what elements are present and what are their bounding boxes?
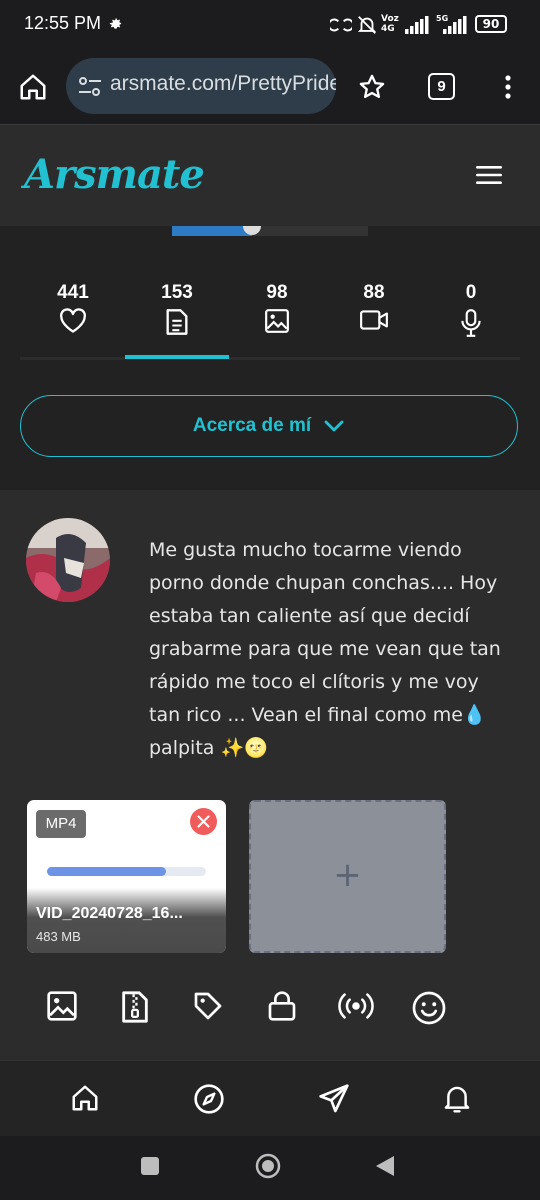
system-back-button[interactable] [374, 1154, 396, 1178]
document-icon [166, 309, 188, 335]
profile-banner-fragment [172, 226, 368, 236]
add-media-button[interactable]: + [249, 800, 446, 953]
bookmark-star-icon[interactable] [358, 73, 386, 101]
site-logo[interactable]: Arsmate [24, 151, 205, 198]
stat-likes[interactable]: 441 [33, 282, 113, 334]
upload-progress-fill [47, 867, 167, 876]
post-text[interactable]: Me gusta mucho tocarme viendo porno dond… [149, 534, 514, 765]
file-size: 483 MB [36, 929, 81, 944]
more-menu-icon[interactable] [496, 74, 520, 100]
heart-icon [60, 308, 86, 333]
url-text[interactable]: arsmate.com/PrettyPride [110, 72, 336, 96]
stats-tab-divider [20, 357, 520, 360]
stat-photos-count: 98 [266, 282, 288, 303]
about-me-button[interactable]: Acerca de mí [20, 395, 518, 457]
send-icon [319, 1084, 349, 1113]
attachment-card[interactable]: MP4 VID_20240728_16... 483 MB [27, 800, 226, 953]
back-triangle-icon [376, 1156, 394, 1176]
volte-label: Voz 4G [381, 14, 399, 34]
lock-post-button[interactable] [267, 990, 297, 1022]
signal-icon [405, 16, 429, 34]
nav-notifications-button[interactable] [442, 1083, 472, 1115]
square-icon [141, 1157, 159, 1175]
broadcast-icon [338, 993, 374, 1019]
link-icon [330, 15, 352, 35]
file-name: VID_20240728_16... [36, 905, 183, 922]
file-type-badge: MP4 [36, 810, 86, 838]
remove-attachment-button[interactable] [190, 808, 217, 835]
home-icon [72, 1085, 98, 1111]
system-navigation-bar [0, 1136, 540, 1200]
status-bar: 12:55 PM Voz 4G 5G 90 [0, 0, 540, 52]
tag-icon [194, 992, 222, 1020]
stat-videos[interactable]: 88 [334, 282, 414, 332]
site-header: Arsmate [0, 124, 540, 227]
nav-home-button[interactable] [70, 1083, 100, 1113]
tab-switcher-button[interactable]: 9 [428, 73, 455, 100]
volte-text: Voz [381, 14, 399, 24]
stat-audio[interactable]: 0 [431, 282, 511, 338]
add-tag-button[interactable] [192, 990, 224, 1022]
profile-stats-section: 441 153 98 88 0 Acerca de mí [0, 226, 540, 490]
system-home-button[interactable] [254, 1152, 282, 1180]
stat-likes-count: 441 [57, 282, 89, 303]
image-icon [47, 991, 77, 1021]
video-icon [360, 310, 388, 330]
about-me-label: Acerca de mí [192, 415, 312, 436]
add-image-button[interactable] [46, 990, 78, 1022]
stat-posts-count: 153 [161, 282, 193, 303]
add-archive-button[interactable] [120, 990, 150, 1024]
battery-indicator: 90 [475, 15, 507, 33]
microphone-icon [461, 309, 481, 337]
bottom-navigation [0, 1060, 540, 1137]
circle-home-icon [255, 1153, 281, 1179]
avatar[interactable] [26, 518, 110, 602]
image-icon [265, 309, 289, 333]
signal-icon-2 [441, 16, 467, 34]
stat-posts[interactable]: 153 [137, 282, 217, 336]
nav-messages-button[interactable] [318, 1083, 350, 1115]
site-settings-icon[interactable] [78, 76, 102, 98]
smiley-icon [412, 991, 446, 1025]
close-icon [197, 815, 210, 828]
stat-audio-count: 0 [465, 282, 477, 303]
chevron-down-icon [324, 420, 344, 432]
home-icon[interactable] [18, 72, 48, 102]
emoji-button[interactable] [411, 990, 447, 1026]
mute-bell-icon [356, 14, 378, 36]
live-broadcast-button[interactable] [337, 990, 375, 1022]
settings-gear-icon [108, 16, 123, 31]
active-tab-indicator [125, 355, 229, 359]
status-time: 12:55 PM [24, 13, 102, 33]
post-composer: Me gusta mucho tocarme viendo porno dond… [0, 490, 540, 1060]
browser-toolbar: arsmate.com/PrettyPride 9 [0, 52, 540, 124]
zip-file-icon [122, 991, 148, 1023]
nav-explore-button[interactable] [193, 1083, 225, 1115]
stat-photos[interactable]: 98 [237, 282, 317, 334]
stat-videos-count: 88 [363, 282, 385, 303]
upload-progress-bar [47, 867, 206, 876]
lock-icon [268, 991, 296, 1021]
compass-icon [194, 1084, 224, 1114]
hamburger-menu-icon[interactable] [474, 163, 504, 187]
bell-icon [444, 1086, 470, 1113]
volte-4g-text: 4G [381, 24, 395, 34]
recent-apps-button[interactable] [140, 1156, 160, 1176]
